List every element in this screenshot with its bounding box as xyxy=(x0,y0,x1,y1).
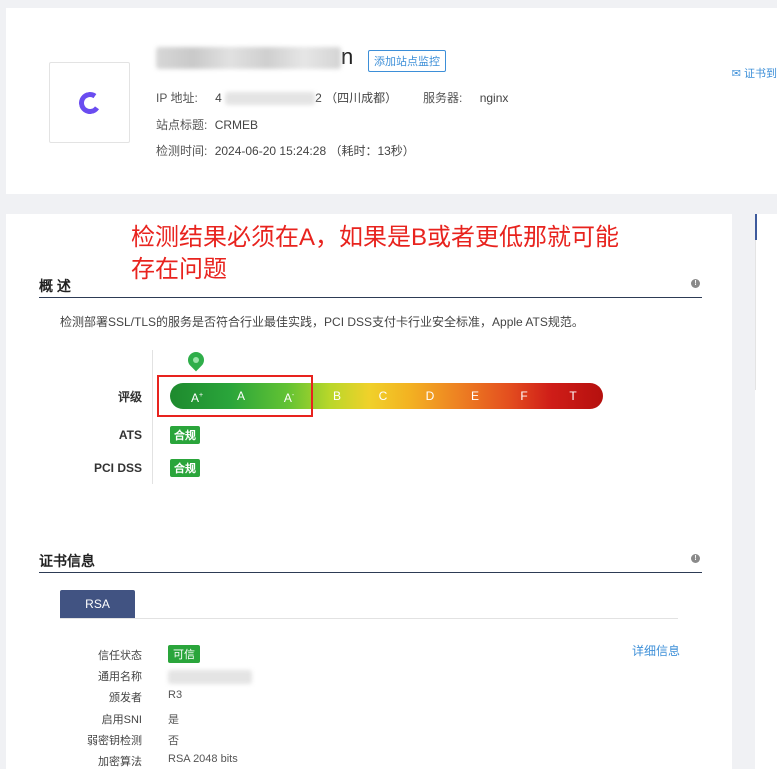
mail-icon: ✉ xyxy=(731,68,741,80)
issuer-label: 颁发者 xyxy=(109,692,142,704)
check-time-row: 检测时间: 2024-06-20 15:24:28 （耗时：13秒） xyxy=(156,144,415,158)
common-name-label: 通用名称 xyxy=(98,671,142,683)
grade-E: E xyxy=(470,389,479,403)
highlight-box xyxy=(157,375,313,417)
sni-value: 是 xyxy=(168,714,179,726)
redacted-domain xyxy=(156,47,341,70)
redacted-common-name xyxy=(168,670,252,684)
sni-label: 启用SNI xyxy=(101,714,142,726)
add-monitor-button[interactable]: 添加站点监控 xyxy=(368,50,446,72)
grade-B: B xyxy=(332,389,341,403)
trust-status-label: 信任状态 xyxy=(98,650,142,662)
overview-section-header: 概 述 ! xyxy=(39,276,702,298)
tab-rsa[interactable]: RSA xyxy=(60,590,135,618)
cert-section-header: 证书信息 ! xyxy=(39,551,702,573)
ats-compliant-badge: 合规 xyxy=(170,426,200,444)
site-logo xyxy=(49,62,130,143)
side-nav-active-marker xyxy=(755,214,757,240)
detail-info-link[interactable]: 详细信息 xyxy=(632,642,680,659)
overview-description: 检测部署SSL/TLS的服务是否符合行业最佳实践，PCI DSS支付卡行业安全标… xyxy=(60,315,584,329)
info-icon[interactable]: ! xyxy=(691,279,700,288)
weak-key-value: 否 xyxy=(168,735,179,747)
grade-D: D xyxy=(425,389,435,403)
ip-address-row: IP 地址: 4 2 （四川成都） xyxy=(156,91,398,106)
redacted-ip xyxy=(225,92,316,106)
side-nav xyxy=(755,214,777,769)
grade-T: T xyxy=(569,389,577,403)
pci-compliant-badge: 合规 xyxy=(170,459,200,477)
weak-key-label: 弱密钥检测 xyxy=(87,735,142,747)
server-row: 服务器: nginx xyxy=(423,91,509,105)
crmeb-logo-icon xyxy=(76,89,103,116)
rating-label: 评级 xyxy=(117,390,142,404)
issuer-value: R3 xyxy=(168,689,183,701)
algorithm-value: RSA 2048 bits xyxy=(168,753,238,765)
ats-label: ATS xyxy=(118,428,142,442)
site-summary-card: n 添加站点监控 IP 地址: 4 2 （四川成都） 服务器: nginx 站点… xyxy=(6,8,777,194)
site-domain-title: n xyxy=(156,44,354,70)
cert-expiry-link[interactable]: ✉ 证书到 xyxy=(732,65,777,81)
site-title-row: 站点标题: CRMEB xyxy=(156,118,259,132)
algorithm-label: 加密算法 xyxy=(98,756,142,768)
grade-C: C xyxy=(378,389,388,403)
info-icon[interactable]: ! xyxy=(691,554,700,563)
trust-status-badge: 可信 xyxy=(168,645,200,663)
pci-dss-label: PCI DSS xyxy=(93,461,142,475)
grade-F: F xyxy=(520,389,528,403)
